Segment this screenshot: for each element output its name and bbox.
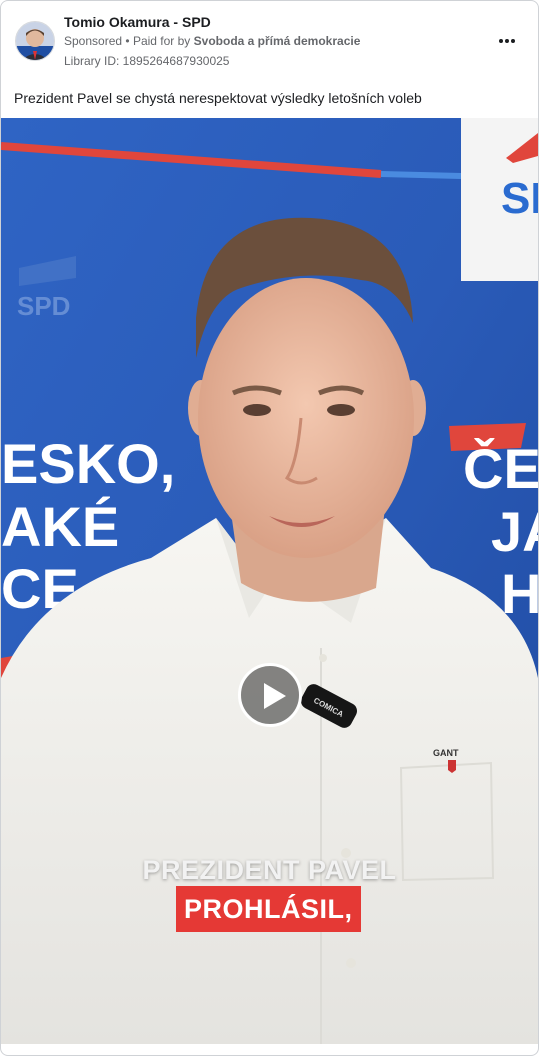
page-name[interactable]: Tomio Okamura - SPD	[64, 14, 211, 30]
post-caption: Prezident Pavel se chystá nerespektovat …	[14, 90, 422, 106]
paid-for-label: Paid for by	[132, 34, 191, 48]
more-horizontal-icon	[499, 39, 503, 43]
subtitle-line-1: PREZIDENT PAVEL	[142, 855, 397, 885]
backdrop-text-right-2: JA	[491, 500, 538, 563]
post-header: Tomio Okamura - SPD Sponsored • Paid for…	[1, 1, 538, 81]
paid-for-by-name[interactable]: Svoboda a přímá demokracie	[194, 34, 361, 48]
video-player[interactable]: SP SPD ESKO, AKÉ CE ČE JA HC GANT	[1, 118, 538, 1044]
ad-card: Tomio Okamura - SPD Sponsored • Paid for…	[0, 0, 539, 1056]
backdrop-logo-large: SP	[501, 174, 538, 223]
avatar[interactable]	[15, 21, 55, 61]
sponsored-label: Sponsored	[64, 34, 123, 48]
subtitle-line-2: PROHLÁSIL,	[176, 886, 361, 932]
library-id: Library ID: 1895264687930025	[64, 54, 230, 68]
shirt-logo: GANT	[433, 748, 459, 758]
backdrop-logo-small: SPD	[17, 291, 70, 321]
backdrop-text-right-1: ČE	[463, 437, 538, 500]
more-options-button[interactable]	[495, 31, 519, 51]
play-button[interactable]	[238, 663, 302, 727]
backdrop-text-left-1: ESKO,	[1, 432, 175, 495]
sponsored-line: Sponsored • Paid for by Svoboda a přímá …	[64, 34, 360, 48]
backdrop-text-left-2: AKÉ	[1, 495, 119, 558]
separator-dot: •	[125, 34, 133, 48]
